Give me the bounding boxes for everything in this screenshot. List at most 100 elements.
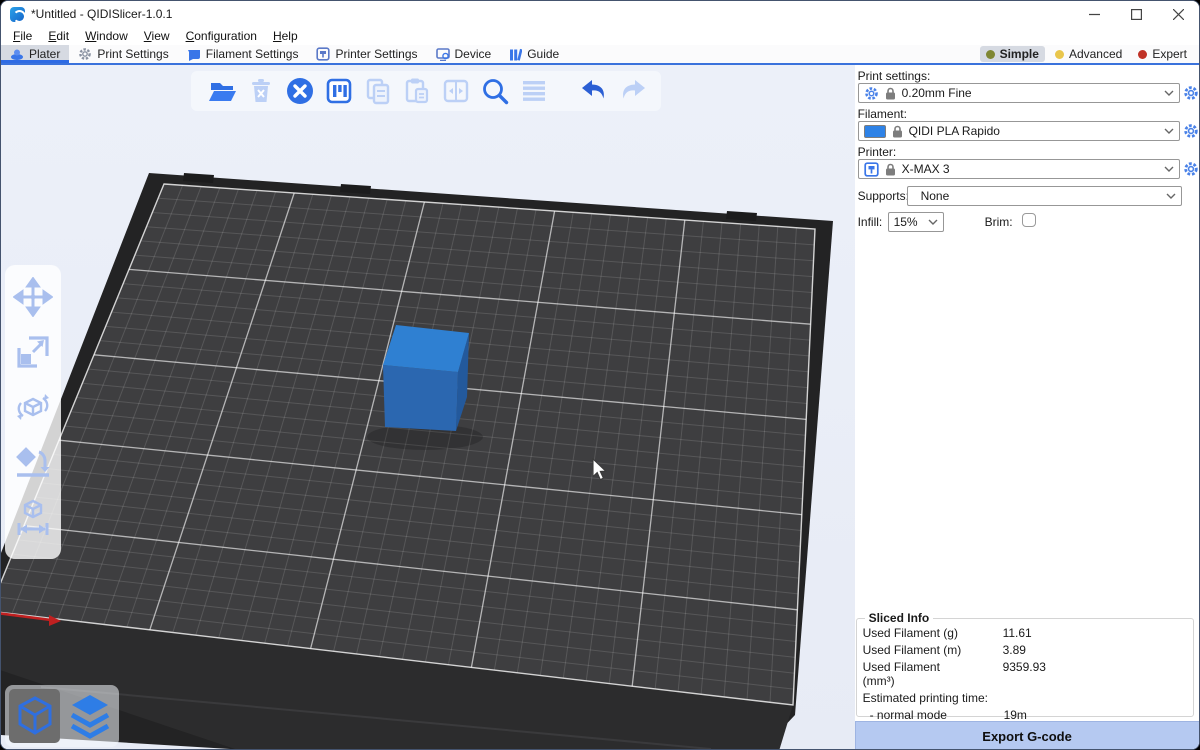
variable-layer-height-button[interactable] <box>519 76 549 106</box>
filament-combo[interactable]: QIDI PLA Rapido <box>858 121 1180 141</box>
infill-value: 15% <box>894 215 922 229</box>
minimize-icon <box>1089 9 1100 20</box>
rotate-tool-button[interactable] <box>13 387 53 427</box>
close-button[interactable] <box>1157 1 1199 27</box>
paste-button[interactable] <box>402 76 432 106</box>
mode-advanced[interactable]: Advanced <box>1049 46 1128 62</box>
sliced-info-title: Sliced Info <box>865 611 934 625</box>
plater-toolbar <box>191 71 661 111</box>
viewport-3d[interactable] <box>1 65 855 750</box>
mode-expert[interactable]: Expert <box>1132 46 1193 62</box>
measure-tool-button[interactable] <box>13 497 53 537</box>
edit-print-settings-gear-icon[interactable] <box>1183 85 1199 101</box>
print-settings-value: 0.20mm Fine <box>902 86 1158 100</box>
place-on-face-tool-button[interactable] <box>13 442 53 482</box>
open-folder-icon <box>207 76 237 106</box>
menu-view[interactable]: View <box>136 29 178 43</box>
infill-label: Infill: <box>858 215 883 229</box>
export-gcode-button[interactable]: Export G-code <box>855 721 1200 750</box>
copy-button[interactable] <box>363 76 393 106</box>
menu-bar: File Edit Window View Configuration Help <box>1 27 1199 45</box>
print-settings-combo[interactable]: 0.20mm Fine <box>858 83 1180 103</box>
variable-layer-height-icon <box>519 76 549 106</box>
scale-icon <box>13 332 53 372</box>
filament-settings-icon <box>187 48 201 61</box>
search-button[interactable] <box>480 76 510 106</box>
rotate-icon <box>13 387 53 427</box>
menu-edit[interactable]: Edit <box>40 29 77 43</box>
app-logo-icon <box>10 7 25 22</box>
undo-icon <box>578 76 608 106</box>
tab-bar: Plater Print Settings Filament Settings … <box>1 45 1199 65</box>
menu-help[interactable]: Help <box>265 29 306 43</box>
edit-filament-gear-icon[interactable] <box>1183 123 1199 139</box>
menu-file[interactable]: File <box>5 29 40 43</box>
scale-tool-button[interactable] <box>13 332 53 372</box>
measure-icon <box>13 497 53 537</box>
move-icon <box>13 277 53 317</box>
maximize-button[interactable] <box>1115 1 1157 27</box>
preview-layers-view-button[interactable] <box>64 689 115 743</box>
mode-simple[interactable]: Simple <box>980 46 1045 62</box>
minimize-button[interactable] <box>1073 1 1115 27</box>
printer-combo[interactable]: X-MAX 3 <box>858 159 1180 179</box>
view-toggle-group <box>5 685 119 747</box>
undo-button[interactable] <box>578 76 608 106</box>
settings-panel: Print settings: 0.20mm Fine Filament: <box>855 65 1199 750</box>
split-icon <box>441 76 471 106</box>
editor-3d-view-button[interactable] <box>9 689 60 743</box>
guide-icon <box>509 48 522 61</box>
filament-value: QIDI PLA Rapido <box>909 124 1158 138</box>
editor-3d-icon <box>15 695 55 737</box>
lock-icon <box>885 87 896 100</box>
chevron-down-icon <box>1164 128 1174 134</box>
edit-printer-gear-icon[interactable] <box>1183 161 1199 177</box>
supports-combo[interactable]: None <box>907 186 1182 206</box>
delete-all-icon <box>285 76 315 106</box>
advanced-dot-icon <box>1055 50 1064 59</box>
gizmo-toolbar <box>5 265 61 559</box>
printer-icon <box>864 162 879 177</box>
brim-label: Brim: <box>985 215 1013 229</box>
mode-group: Simple Advanced Expert <box>980 45 1199 63</box>
sliced-info-row: Used Filament (g) 11.61 <box>857 625 1193 642</box>
build-plate-scene[interactable] <box>1 65 855 750</box>
delete-button[interactable] <box>246 76 276 106</box>
app-window: *Untitled - QIDISlicer-1.0.1 File Edit W… <box>0 0 1200 750</box>
maximize-icon <box>1131 9 1142 20</box>
chevron-down-icon <box>1166 193 1176 199</box>
tab-filament-settings[interactable]: Filament Settings <box>178 45 308 63</box>
brim-checkbox[interactable] <box>1022 213 1036 227</box>
sliced-info-row: Estimated printing time: <box>857 690 1193 707</box>
model-cube[interactable] <box>383 325 469 431</box>
tab-plater[interactable]: Plater <box>1 45 69 63</box>
printer-label: Printer: <box>858 145 897 159</box>
sliced-info-row: Used Filament (mm³) 9359.93 <box>857 659 1193 690</box>
infill-combo[interactable]: 15% <box>888 212 944 232</box>
redo-button[interactable] <box>617 76 647 106</box>
close-icon <box>1173 9 1184 20</box>
printer-settings-icon <box>316 47 330 61</box>
tab-guide[interactable]: Guide <box>500 45 568 63</box>
tab-device[interactable]: Device <box>427 45 501 63</box>
tab-print-settings[interactable]: Print Settings <box>69 45 177 63</box>
tab-printer-settings[interactable]: Printer Settings <box>307 45 426 63</box>
open-file-button[interactable] <box>207 76 237 106</box>
device-icon <box>436 48 450 61</box>
arrange-icon <box>324 76 354 106</box>
filament-label: Filament: <box>858 107 907 121</box>
gear-icon <box>864 86 879 101</box>
menu-window[interactable]: Window <box>77 29 136 43</box>
expert-dot-icon <box>1138 50 1147 59</box>
menu-configuration[interactable]: Configuration <box>178 29 265 43</box>
split-button[interactable] <box>441 76 471 106</box>
paste-icon <box>402 76 432 106</box>
search-icon <box>480 76 510 106</box>
print-settings-label: Print settings: <box>858 69 931 83</box>
chevron-down-icon <box>1164 166 1174 172</box>
window-title: *Untitled - QIDISlicer-1.0.1 <box>31 7 172 21</box>
move-tool-button[interactable] <box>13 277 53 317</box>
arrange-button[interactable] <box>324 76 354 106</box>
delete-all-button[interactable] <box>285 76 315 106</box>
supports-value: None <box>913 189 1160 203</box>
